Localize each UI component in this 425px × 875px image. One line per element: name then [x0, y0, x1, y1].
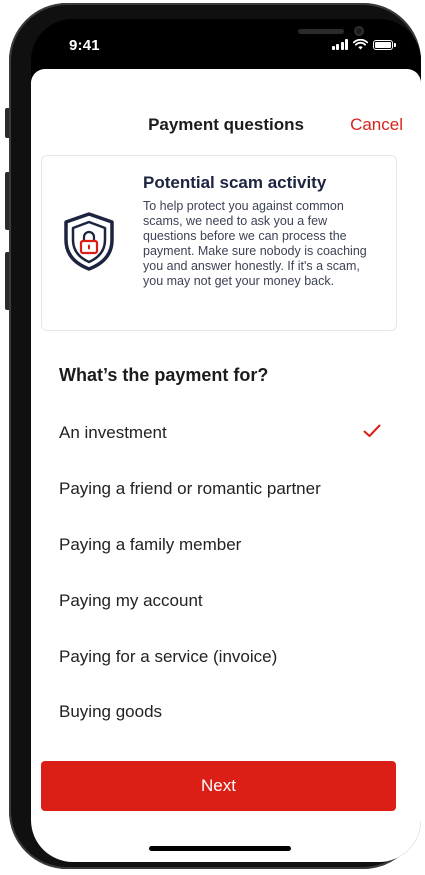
front-camera [354, 26, 364, 36]
option-buying-goods[interactable]: Buying goods [31, 690, 421, 734]
status-time: 9:41 [69, 37, 100, 54]
option-paying-a-family-member[interactable]: Paying a family member [31, 523, 421, 567]
battery-icon [373, 39, 396, 50]
option-paying-a-friend-or-romantic-partner[interactable]: Paying a friend or romantic partner [31, 467, 421, 511]
option-label: Paying a friend or romantic partner [59, 479, 321, 498]
option-label: Paying my account [59, 591, 203, 610]
warning-title: Potential scam activity [143, 173, 327, 192]
question-heading: What’s the payment for? [59, 365, 269, 385]
warning-body: To help protect you against common scams… [143, 199, 367, 288]
next-button[interactable]: Next [41, 761, 396, 811]
speaker [298, 29, 344, 34]
option-paying-my-account[interactable]: Paying my account [31, 579, 421, 623]
cellular-signal-icon [331, 39, 348, 50]
status-icons [331, 39, 396, 50]
home-indicator [149, 846, 291, 851]
shield-lock-icon [64, 212, 114, 271]
option-label: Buying goods [59, 702, 163, 721]
option-an-investment[interactable]: An investment [31, 411, 421, 455]
option-label: Paying for a service (invoice) [59, 647, 278, 666]
cancel-button[interactable]: Cancel [350, 115, 403, 135]
payment-questions-sheet: Payment questions Cancel Potential scam … [31, 69, 421, 862]
option-paying-for-a-service[interactable]: Paying for a service (invoice) [31, 635, 421, 679]
notch [121, 19, 364, 53]
wifi-icon [353, 39, 368, 50]
phone-screen: 9:41 Payment questions Cancel Potential … [31, 19, 421, 862]
scam-warning-card: Potential scam activity To help protect … [41, 155, 397, 331]
option-label: Paying a family member [59, 535, 242, 554]
checkmark-icon [363, 424, 381, 437]
phone-frame: 9:41 Payment questions Cancel Potential … [9, 3, 421, 869]
option-label: An investment [59, 423, 167, 442]
